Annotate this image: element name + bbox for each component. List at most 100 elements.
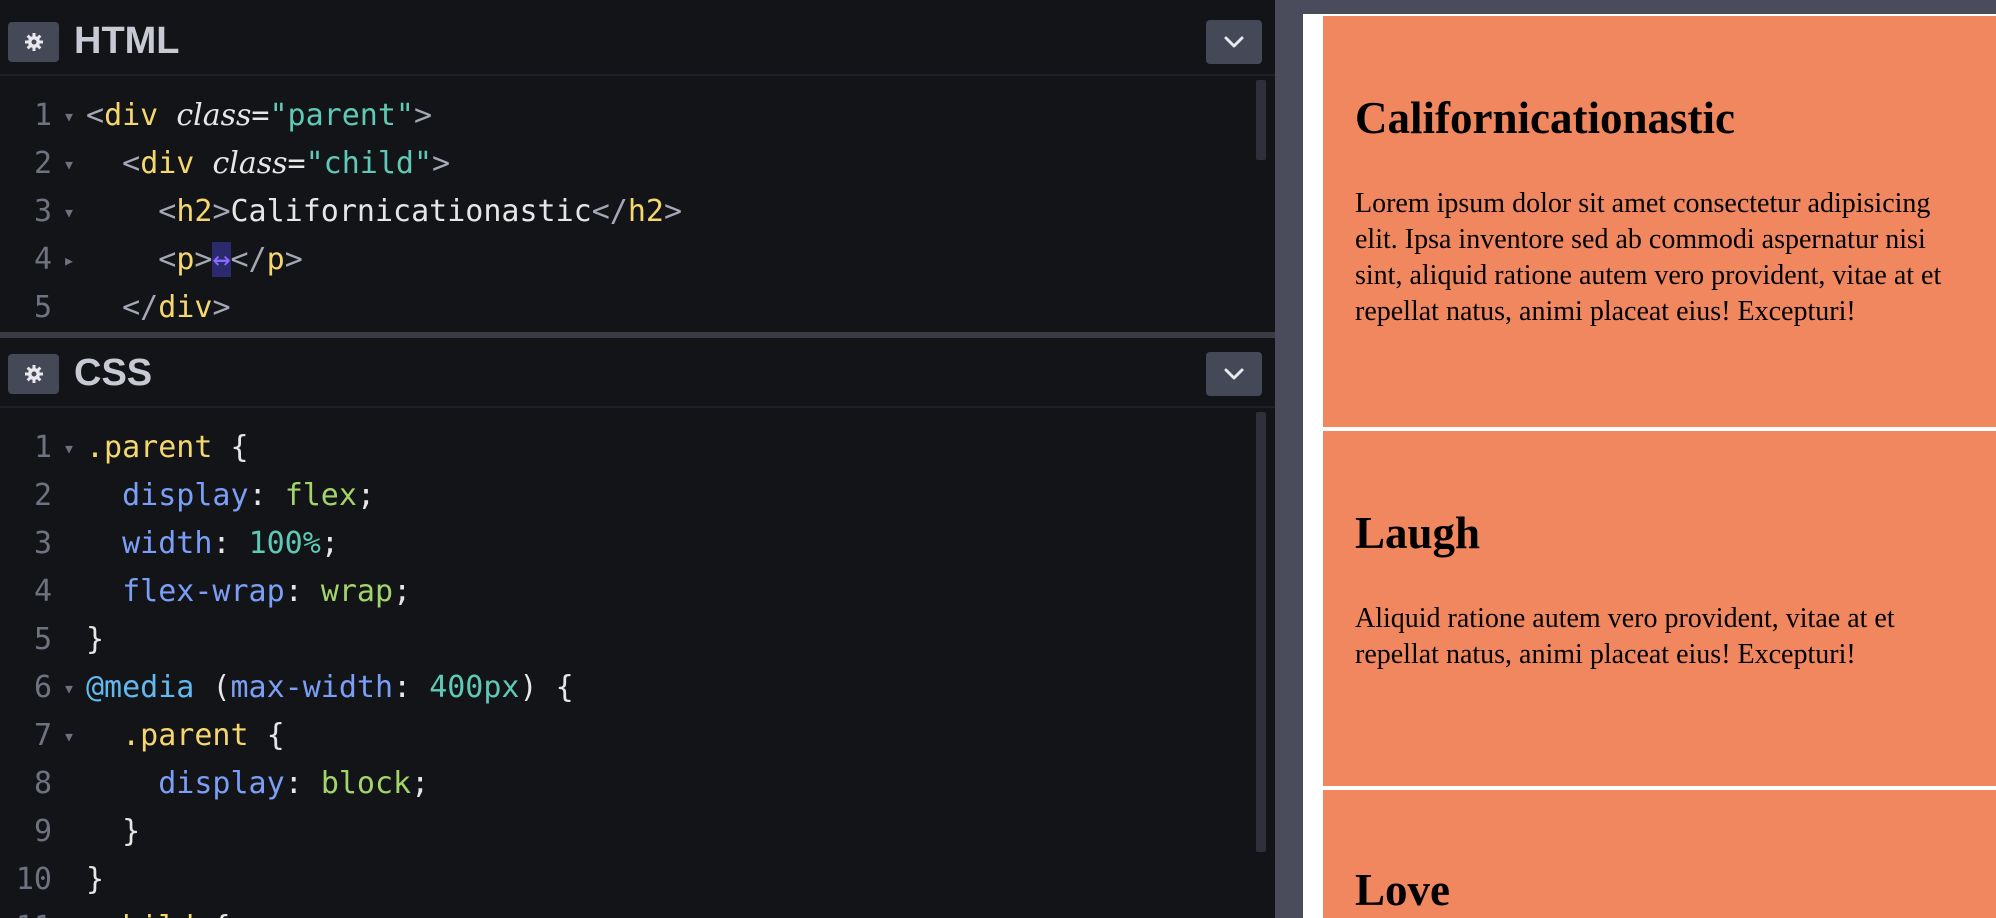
code-token: } [86,622,105,657]
css-panel-title: CSS [74,352,153,394]
html-settings-button[interactable] [8,22,59,62]
code-token: : [284,574,321,609]
chevron-down-icon [1224,36,1244,48]
css-editor-panel: CSS 1 ▾ .parent {2 display: flex; 3 width: … [0,338,1275,918]
fold-open-icon[interactable]: ▾ [52,664,86,712]
fold-open-icon[interactable]: ▾ [52,904,86,918]
css-settings-button[interactable] [8,354,59,394]
line-number: 1 [33,430,52,465]
line-number: 5 [33,290,52,325]
code-line[interactable]: 10} [0,856,574,904]
html-editor-panel: HTML 1 ▾ <div class="parent"> 2 ▾ <div class… [0,6,1275,332]
code-token: ↔ [212,242,231,277]
code-token: .parent [86,430,213,465]
code-line[interactable]: 6 ▾ @media (max-width: 400px) { [0,664,574,712]
html-collapse-button[interactable] [1206,20,1262,64]
code-token: ; [320,526,339,561]
code-token: { [555,670,574,705]
code-line[interactable]: 4 flex-wrap: wrap; [0,568,574,616]
code-line[interactable]: 1 ▾ <div class="parent"> [0,92,682,140]
code-token: ; [393,574,412,609]
code-token: "child" [305,146,433,181]
code-token: ; [411,766,430,801]
code-token: display [122,478,249,513]
code-token: { [266,718,285,753]
code-token: > [413,98,433,133]
code-token: </ [230,242,267,277]
card-text: Lorem ipsum dolor sit amet consectetur a… [1355,188,1942,327]
css-scrollbar[interactable] [1256,412,1266,852]
code-line[interactable]: 3 width: 100%; [0,520,574,568]
chevron-down-icon [1224,368,1244,380]
code-token: { [230,430,249,465]
code-line[interactable]: 7 ▾ .parent { [0,712,574,760]
code-token: </ [591,194,628,229]
code-token: : [212,526,249,561]
html-panel-header: HTML [0,6,1275,76]
fold-open-icon[interactable]: ▾ [52,188,86,236]
code-token: < [122,146,141,181]
html-panel-title: HTML [74,20,180,62]
code-token: > [194,242,213,277]
code-line[interactable]: 5} [0,616,574,664]
child-card: Love [1323,790,1996,918]
css-collapse-button[interactable] [1206,352,1262,396]
line-number: 5 [33,622,52,657]
code-token: = [251,98,270,133]
code-line[interactable]: 11▾.child { [0,904,574,918]
fold-open-icon[interactable]: ▾ [52,712,86,760]
code-token: > [284,242,303,277]
code-line[interactable]: 5 </div> [0,284,682,332]
code-line[interactable]: 1 ▾ .parent { [0,424,574,472]
code-line[interactable]: 2 ▾ <div class="child"> [0,140,682,188]
card-heading: Californicationastic [1355,93,1735,143]
code-token: block [320,766,412,801]
code-line[interactable]: 8 display: block; [0,760,574,808]
fold-open-icon[interactable]: ▾ [52,92,86,140]
fold-closed-icon[interactable]: ▸ [52,236,86,284]
code-line[interactable]: 2 display: flex; [0,472,574,520]
code-token: display [158,766,285,801]
code-token: div [140,146,195,181]
code-token: > [212,194,231,229]
code-token: : [248,478,285,513]
code-token: flex-wrap [122,574,285,609]
fold-open-icon[interactable]: ▾ [52,140,86,188]
code-token: { [212,910,230,918]
card-heading: Laugh [1355,508,1481,558]
code-token: < [86,98,105,133]
html-code-area[interactable]: 1 ▾ <div class="parent"> 2 ▾ <div class="chi… [0,92,682,332]
line-number: 3 [33,194,52,229]
code-token: div [104,98,159,133]
code-line[interactable]: 4 ▸ <p>↔</p> [0,236,682,284]
code-token: .parent [122,718,249,753]
code-line[interactable]: 9 } [0,808,574,856]
child-card: Laugh Aliquid ratione autem vero provide… [1323,431,1996,786]
line-number: 4 [33,574,52,609]
gear-icon [24,365,43,383]
line-number: 11 [0,904,52,918]
code-line[interactable]: 3 ▾ <h2>Californicationastic</h2> [0,188,682,236]
html-scrollbar[interactable] [1256,80,1266,160]
code-token: : [393,670,430,705]
line-number: 7 [33,718,52,753]
code-token: Californicationastic [230,194,592,229]
code-token: 100% [248,526,321,561]
code-token: ( [212,670,231,705]
line-number: 2 [33,146,52,181]
fold-open-icon[interactable]: ▾ [52,424,86,472]
editor-column: HTML 1 ▾ <div class="parent"> 2 ▾ <div class… [0,0,1275,918]
line-number: 4 [33,242,52,277]
code-token: div [158,290,213,325]
css-code-area[interactable]: 1 ▾ .parent {2 display: flex; 3 width: 100%… [0,424,574,918]
